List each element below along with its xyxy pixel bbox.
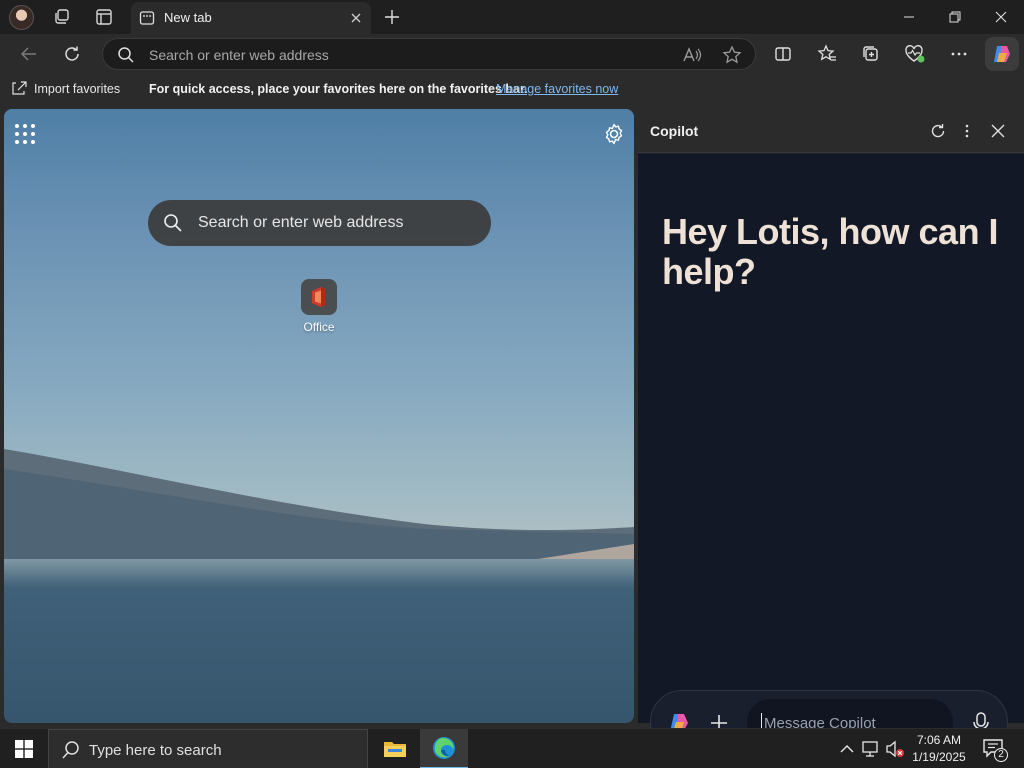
restore-button[interactable] xyxy=(932,0,978,34)
search-icon xyxy=(163,213,183,233)
network-icon[interactable] xyxy=(861,739,881,759)
collections-icon[interactable] xyxy=(857,40,885,68)
copilot-header: Copilot xyxy=(638,109,1024,153)
taskbar-search-input[interactable] xyxy=(89,741,359,759)
vertical-tabs-icon[interactable] xyxy=(93,6,115,28)
file-explorer-taskbar-icon[interactable] xyxy=(371,729,419,768)
import-favorites-label: Import favorites xyxy=(34,81,121,96)
title-bar: New tab xyxy=(0,0,1024,34)
favorites-bar-message: For quick access, place your favorites h… xyxy=(149,82,528,96)
apps-launcher-icon[interactable] xyxy=(14,123,36,145)
copilot-button[interactable] xyxy=(985,37,1019,71)
profile-avatar[interactable] xyxy=(9,5,34,30)
taskbar-search-box[interactable] xyxy=(48,729,368,768)
tab-close-icon[interactable] xyxy=(347,9,365,27)
copilot-conversation: Hey Lotis, how can I help? xyxy=(638,154,1024,754)
page-settings-gear-icon[interactable] xyxy=(602,122,626,146)
landscape-background xyxy=(4,449,634,559)
tab-title: New tab xyxy=(164,10,212,25)
new-tab-search-box[interactable] xyxy=(148,200,491,246)
browser-essentials-icon[interactable] xyxy=(901,40,929,68)
favorites-bar: Import favorites For quick access, place… xyxy=(0,74,1024,104)
split-screen-icon[interactable] xyxy=(769,40,797,68)
copilot-logo-icon xyxy=(994,46,1010,62)
copilot-more-icon[interactable] xyxy=(956,120,978,142)
tab-new-tab[interactable]: New tab xyxy=(131,2,371,34)
minimize-button[interactable] xyxy=(886,0,932,34)
navigation-toolbar xyxy=(0,34,1024,74)
new-tab-search-input[interactable] xyxy=(198,213,478,233)
read-aloud-icon[interactable] xyxy=(681,44,703,66)
favorite-star-icon[interactable] xyxy=(721,44,743,66)
new-tab-page: Office xyxy=(4,109,634,723)
copilot-greeting: Hey Lotis, how can I help? xyxy=(662,211,999,292)
copilot-title: Copilot xyxy=(650,123,699,139)
new-tab-button[interactable] xyxy=(380,5,404,29)
copilot-close-icon[interactable] xyxy=(987,120,1009,142)
show-hidden-icons-chevron-icon[interactable] xyxy=(837,739,857,759)
refresh-button[interactable] xyxy=(58,40,86,68)
search-icon xyxy=(117,46,135,64)
copilot-refresh-icon[interactable] xyxy=(927,120,949,142)
clock-time: 7:06 AM xyxy=(916,733,962,747)
more-options-icon[interactable] xyxy=(945,40,973,68)
import-favorites-button[interactable]: Import favorites xyxy=(11,81,120,96)
quick-link-label: Office xyxy=(303,320,335,334)
close-window-button[interactable] xyxy=(978,0,1024,34)
start-button[interactable] xyxy=(0,729,48,768)
edge-taskbar-icon[interactable] xyxy=(420,729,468,768)
back-button[interactable] xyxy=(15,40,43,68)
copilot-pane: Copilot Hey Lotis, how can I help? xyxy=(638,109,1024,754)
windows-logo-icon xyxy=(15,740,33,758)
quick-link-tile[interactable]: Office xyxy=(294,279,344,334)
taskbar: 7:06 AM 1/19/2025 2 xyxy=(0,728,1024,768)
search-icon xyxy=(61,740,81,760)
notification-count-badge: 2 xyxy=(994,748,1008,762)
office-icon xyxy=(301,279,337,315)
system-clock[interactable]: 7:06 AM 1/19/2025 xyxy=(906,732,972,766)
address-input[interactable] xyxy=(149,45,669,65)
manage-favorites-link[interactable]: Manage favorites now xyxy=(496,82,618,96)
new-tab-icon xyxy=(139,10,155,26)
address-bar[interactable] xyxy=(102,38,756,70)
volume-muted-icon[interactable] xyxy=(885,739,905,759)
workspaces-icon[interactable] xyxy=(51,6,73,28)
import-icon xyxy=(12,81,27,95)
clock-date: 1/19/2025 xyxy=(912,750,966,764)
favorites-icon[interactable] xyxy=(813,40,841,68)
